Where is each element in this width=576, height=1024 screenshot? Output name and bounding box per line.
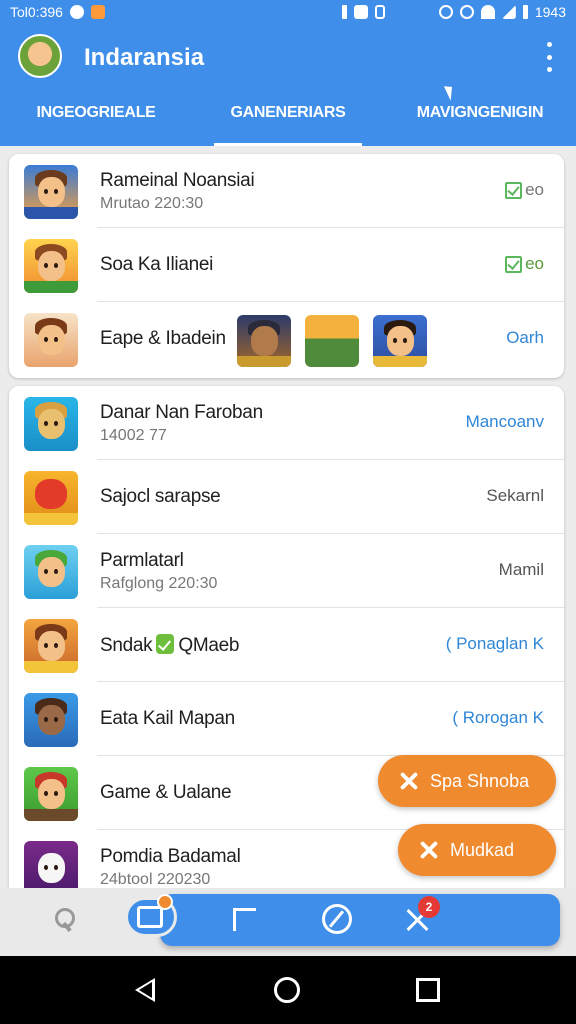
list-item[interactable]: Eata Kail Mapan ( Rorogan K xyxy=(9,682,564,756)
status-bar: Tol0:396 1943 xyxy=(0,0,576,24)
status-left-text: Tol0:396 xyxy=(10,4,63,20)
featured-card: Rameinal Noansiai Mrutao 220:30 eo Soa K… xyxy=(9,154,564,378)
fab-label: Spa Shnoba xyxy=(430,770,530,791)
download-fab[interactable]: Mudkad xyxy=(398,824,556,876)
item-title: Eata Kail Mapan xyxy=(100,708,235,729)
item-title: Danar Nan Faroban xyxy=(100,402,263,423)
game-thumbnail xyxy=(24,397,78,451)
app-bar: Indaransia INGEOGRIEALE GANENERIARS MAVI… xyxy=(0,24,576,146)
recents-icon[interactable] xyxy=(416,978,440,1002)
item-title: Sajocl sarapse xyxy=(100,486,221,507)
item-status[interactable]: eo xyxy=(505,254,544,274)
upload-nav-icon[interactable] xyxy=(229,906,259,932)
explore-nav-icon[interactable] xyxy=(322,904,352,934)
list-item[interactable]: Sndak QMaeb ( Ponaglan K xyxy=(9,608,564,682)
game-thumbnail xyxy=(24,767,78,821)
item-status[interactable]: eo xyxy=(505,180,544,200)
more-vert-icon[interactable] xyxy=(542,42,556,72)
item-action[interactable]: ( Rorogan K xyxy=(452,708,544,728)
item-title: Parmlatarl xyxy=(100,550,184,571)
item-action[interactable]: ( Ponaglan K xyxy=(446,634,544,654)
nav-pill xyxy=(160,894,560,946)
vibrate-icon xyxy=(341,5,347,19)
item-title: Sndak QMaeb xyxy=(100,634,240,656)
item-title: Game & Ualane xyxy=(100,782,232,803)
fab-label: Mudkad xyxy=(450,839,515,860)
signal-icon xyxy=(501,5,516,19)
system-nav-bar xyxy=(0,956,576,1024)
library-nav-icon[interactable] xyxy=(137,906,163,928)
app-title: Indaransia xyxy=(84,44,205,71)
item-action[interactable]: Oarh xyxy=(506,328,544,348)
wifi-icon xyxy=(480,5,495,19)
check-icon xyxy=(505,181,523,199)
tab-ingeogrieale[interactable]: INGEOGRIEALE xyxy=(0,88,192,146)
game-thumbnail xyxy=(24,313,78,367)
share-icon xyxy=(398,770,420,792)
game-list-card: Danar Nan Faroban 14002 77 Mancoanv Sajo… xyxy=(9,386,564,888)
app-notification-icon xyxy=(90,5,105,19)
item-subtitle: 24btool 220230 xyxy=(100,871,211,888)
home-icon[interactable] xyxy=(274,977,300,1003)
item-title: Eape & Ibadein xyxy=(100,328,226,349)
list-item[interactable]: Eape & Ibadein Oarh xyxy=(9,302,564,376)
game-thumbnail xyxy=(24,165,78,219)
item-subtitle: 14002 77 xyxy=(100,427,167,444)
tab-ganeneriars[interactable]: GANENERIARS xyxy=(192,88,384,146)
verified-icon xyxy=(156,634,175,654)
list-item[interactable]: Danar Nan Faroban 14002 77 Mancoanv xyxy=(9,386,564,460)
game-thumbnail xyxy=(24,841,78,888)
game-thumbnail xyxy=(24,239,78,293)
screenshot-thumbnail[interactable] xyxy=(237,315,291,367)
list-item[interactable]: Soa Ka Ilianei eo xyxy=(9,228,564,302)
back-icon[interactable] xyxy=(135,978,155,1002)
search-nav-icon[interactable] xyxy=(50,908,76,934)
battery-icon xyxy=(522,5,528,19)
item-action[interactable]: Mamil xyxy=(499,560,544,580)
game-thumbnail xyxy=(24,693,78,747)
item-subtitle: Rafglong 220:30 xyxy=(100,575,218,592)
status-time: 1943 xyxy=(534,4,566,20)
item-action[interactable]: Mancoanv xyxy=(466,412,544,432)
screenshot-thumbnail[interactable] xyxy=(305,315,359,367)
notification-icon xyxy=(69,5,84,19)
item-title: Pomdia Badamal xyxy=(100,846,241,867)
data-saver-icon xyxy=(459,5,474,19)
notification-dot xyxy=(157,894,173,910)
download-icon xyxy=(418,839,440,861)
game-thumbnail xyxy=(24,545,78,599)
game-thumbnail xyxy=(24,619,78,673)
item-subtitle: Mrutao 220:30 xyxy=(100,195,204,212)
tab-bar: INGEOGRIEALE GANENERIARS MAVIGNGENIGIN xyxy=(0,88,576,146)
phone-icon xyxy=(374,5,385,19)
tab-mavigngenigin[interactable]: MAVIGNGENIGIN xyxy=(384,88,576,146)
notification-badge: 2 xyxy=(418,896,440,918)
game-thumbnail xyxy=(24,471,78,525)
item-title: Rameinal Noansiai xyxy=(100,170,255,191)
list-item[interactable]: Sajocl sarapse Sekarnl xyxy=(9,460,564,534)
bottom-navigation: 2 xyxy=(0,888,576,956)
screenshot-thumbnail[interactable] xyxy=(373,315,427,367)
app-avatar[interactable] xyxy=(18,34,62,78)
list-item[interactable]: Parmlatarl Rafglong 220:30 Mamil xyxy=(9,534,564,608)
cast-icon xyxy=(353,5,368,19)
share-fab[interactable]: Spa Shnoba xyxy=(378,755,556,807)
item-action[interactable]: Sekarnl xyxy=(486,486,544,506)
alarm-icon xyxy=(438,5,453,19)
check-icon xyxy=(505,255,523,273)
item-title: Soa Ka Ilianei xyxy=(100,254,214,275)
list-item[interactable]: Rameinal Noansiai Mrutao 220:30 eo xyxy=(9,154,564,228)
